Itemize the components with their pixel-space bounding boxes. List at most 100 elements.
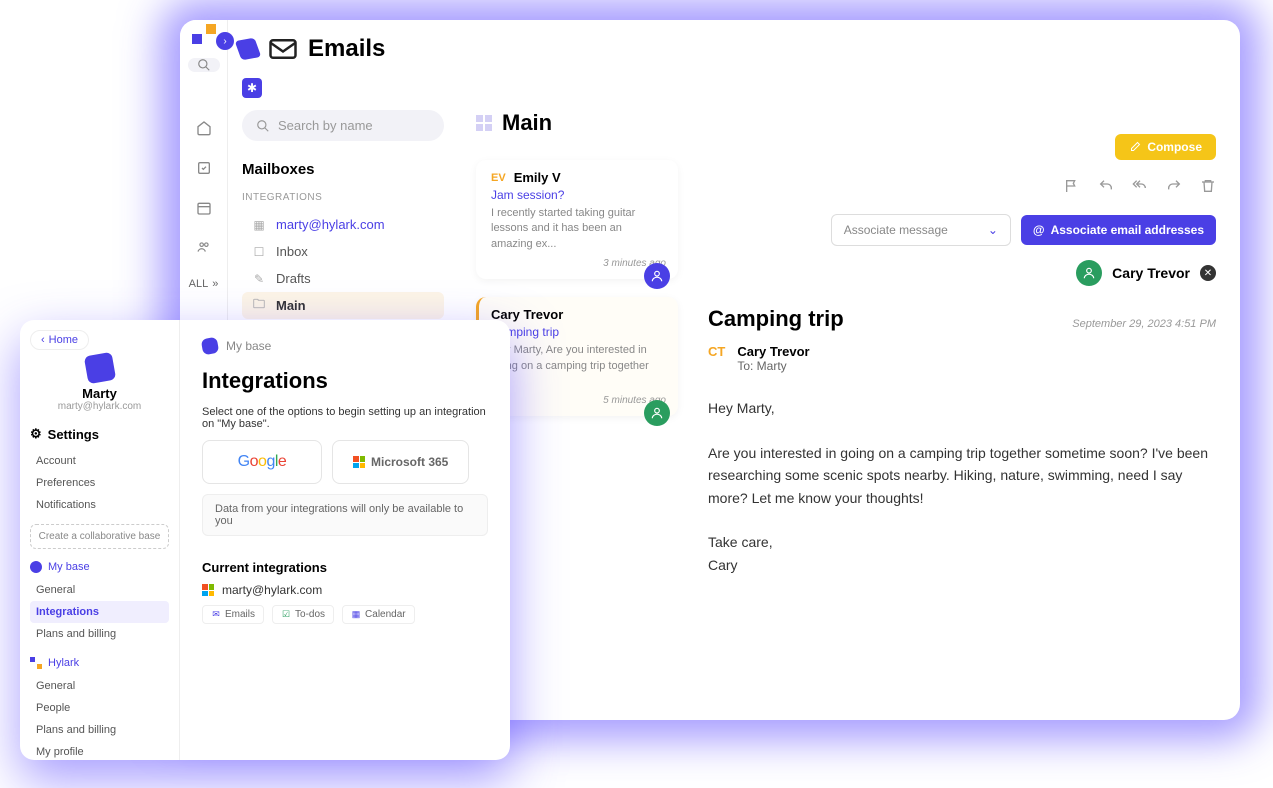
contact-chip: Cary Trevor ✕ bbox=[1076, 260, 1216, 286]
message-subject: Jam session? bbox=[491, 188, 666, 202]
microsoft-logo-icon bbox=[353, 456, 365, 468]
reply-all-icon[interactable] bbox=[1132, 178, 1148, 194]
pencil-icon: ✎ bbox=[252, 272, 266, 286]
sender-name: Cary Trevor bbox=[737, 344, 809, 359]
forward-icon[interactable] bbox=[1166, 178, 1182, 194]
settings-main: My base Integrations Select one of the o… bbox=[180, 320, 510, 760]
all-filter[interactable]: ALL» bbox=[189, 278, 219, 290]
privacy-note: Data from your integrations will only be… bbox=[202, 494, 488, 536]
chevron-right-icon: » bbox=[212, 278, 218, 290]
home-button[interactable]: ‹ Home bbox=[30, 330, 89, 350]
associate-button[interactable]: @ Associate email addresses bbox=[1021, 215, 1216, 245]
google-logo-icon: Google bbox=[238, 453, 287, 471]
tasks-icon[interactable] bbox=[188, 160, 220, 176]
recipient-line: To: Marty bbox=[737, 359, 809, 373]
google-integration-button[interactable]: Google bbox=[202, 440, 322, 484]
nav-plans-hylark[interactable]: Plans and billing bbox=[30, 719, 169, 741]
expand-rail-icon[interactable]: › bbox=[216, 32, 234, 50]
microsoft-logo-icon bbox=[202, 584, 214, 596]
create-collab-button[interactable]: Create a collaborative base bbox=[30, 524, 169, 549]
folder-main[interactable]: 🗀 Main bbox=[242, 292, 444, 319]
user-avatar-icon bbox=[83, 352, 115, 384]
message-subject: Camping trip bbox=[491, 325, 666, 339]
page-description: Select one of the options to begin setti… bbox=[202, 406, 488, 430]
tag-calendar: ▦Calendar bbox=[342, 605, 415, 624]
account-email-item[interactable]: ▦ marty@hylark.com bbox=[242, 211, 444, 238]
nav-general-hylark[interactable]: General bbox=[30, 675, 169, 697]
calendar-icon[interactable] bbox=[188, 200, 220, 216]
message-item[interactable]: EV Emily V Jam session? I recently start… bbox=[476, 160, 678, 279]
tag-todos: ☑To-dos bbox=[272, 605, 334, 624]
check-icon: ☑ bbox=[281, 610, 291, 620]
flag-icon[interactable] bbox=[1064, 178, 1080, 194]
inbox-icon: ☐ bbox=[252, 245, 266, 259]
page-title: Integrations bbox=[202, 368, 488, 394]
message-preview: I recently started taking guitar lessons… bbox=[491, 206, 666, 252]
settings-window: ‹ Home Marty marty@hylark.com ⚙ Settings… bbox=[20, 320, 510, 760]
sender-initials: EV bbox=[491, 172, 506, 184]
message-detail: Compose Associate message ⌄ @ Associate … bbox=[678, 20, 1240, 720]
chevron-left-icon: ‹ bbox=[41, 334, 45, 346]
reply-icon[interactable] bbox=[1098, 178, 1114, 194]
associate-dropdown[interactable]: Associate message ⌄ bbox=[831, 214, 1011, 246]
settings-sidebar: ‹ Home Marty marty@hylark.com ⚙ Settings… bbox=[20, 320, 180, 760]
calendar-icon: ▦ bbox=[351, 610, 361, 620]
message-time: 3 minutes ago bbox=[491, 258, 666, 269]
logo-icon bbox=[30, 657, 42, 669]
search-icon[interactable] bbox=[188, 58, 220, 72]
envelope-icon bbox=[268, 34, 298, 64]
tag-emails: ✉Emails bbox=[202, 605, 264, 624]
sender-name: Emily V bbox=[514, 170, 561, 185]
search-input[interactable]: Search by name bbox=[242, 110, 444, 141]
bird-icon bbox=[235, 38, 262, 61]
sender-name: Cary Trevor bbox=[491, 307, 563, 322]
people-icon[interactable] bbox=[188, 240, 220, 254]
gear-icon: ⚙ bbox=[30, 426, 42, 442]
nav-integrations[interactable]: Integrations bbox=[30, 601, 169, 623]
user-name: Marty bbox=[30, 386, 169, 401]
expand-chip-icon[interactable]: ✱ bbox=[242, 78, 262, 98]
message-body: Hey Marty, Are you interested in going o… bbox=[708, 397, 1216, 576]
nav-profile[interactable]: My profile bbox=[30, 741, 169, 760]
nav-general-base[interactable]: General bbox=[30, 579, 169, 601]
home-icon[interactable] bbox=[188, 120, 220, 136]
integration-tags: ✉Emails ☑To-dos ▦Calendar bbox=[202, 605, 488, 624]
microsoft-integration-button[interactable]: Microsoft 365 bbox=[332, 440, 469, 484]
user-block: Marty marty@hylark.com bbox=[30, 354, 169, 412]
bird-icon bbox=[201, 337, 220, 356]
mailboxes-heading: Mailboxes bbox=[242, 161, 444, 178]
folder-title: Main bbox=[502, 110, 552, 136]
bird-icon bbox=[29, 560, 43, 574]
user-email: marty@hylark.com bbox=[30, 401, 169, 412]
sender-initials: CT bbox=[708, 344, 725, 373]
settings-heading: ⚙ Settings bbox=[30, 426, 169, 442]
nav-account[interactable]: Account bbox=[30, 450, 169, 472]
compose-button[interactable]: Compose bbox=[1115, 134, 1216, 160]
hylark-heading: Hylark bbox=[30, 657, 169, 669]
contact-name: Cary Trevor bbox=[1112, 265, 1190, 281]
nav-notifications[interactable]: Notifications bbox=[30, 494, 169, 516]
grid-icon: ▦ bbox=[252, 218, 266, 232]
message-time: 5 minutes ago bbox=[491, 395, 666, 406]
grid-icon bbox=[476, 115, 492, 131]
breadcrumb: My base bbox=[202, 338, 488, 354]
folder-inbox[interactable]: ☐ Inbox bbox=[242, 238, 444, 265]
trash-icon[interactable] bbox=[1200, 178, 1216, 194]
message-preview: Hey Marty, Are you interested in going o… bbox=[491, 343, 666, 389]
nav-plans-base[interactable]: Plans and billing bbox=[30, 623, 169, 645]
nav-preferences[interactable]: Preferences bbox=[30, 472, 169, 494]
integrations-label: INTEGRATIONS bbox=[242, 192, 444, 203]
folder-drafts[interactable]: ✎ Drafts bbox=[242, 265, 444, 292]
mybase-heading: My base bbox=[30, 561, 169, 573]
nav-people[interactable]: People bbox=[30, 697, 169, 719]
envelope-icon: ✉ bbox=[211, 610, 221, 620]
folder-icon: 🗀 bbox=[252, 299, 266, 313]
avatar-icon bbox=[644, 263, 670, 289]
avatar-icon bbox=[644, 400, 670, 426]
remove-chip-icon[interactable]: ✕ bbox=[1200, 265, 1216, 281]
current-integration-item[interactable]: marty@hylark.com bbox=[202, 583, 488, 597]
page-title: Emails bbox=[238, 34, 444, 64]
current-integrations-heading: Current integrations bbox=[202, 560, 488, 575]
avatar-icon bbox=[1076, 260, 1102, 286]
at-icon: @ bbox=[1033, 223, 1045, 237]
